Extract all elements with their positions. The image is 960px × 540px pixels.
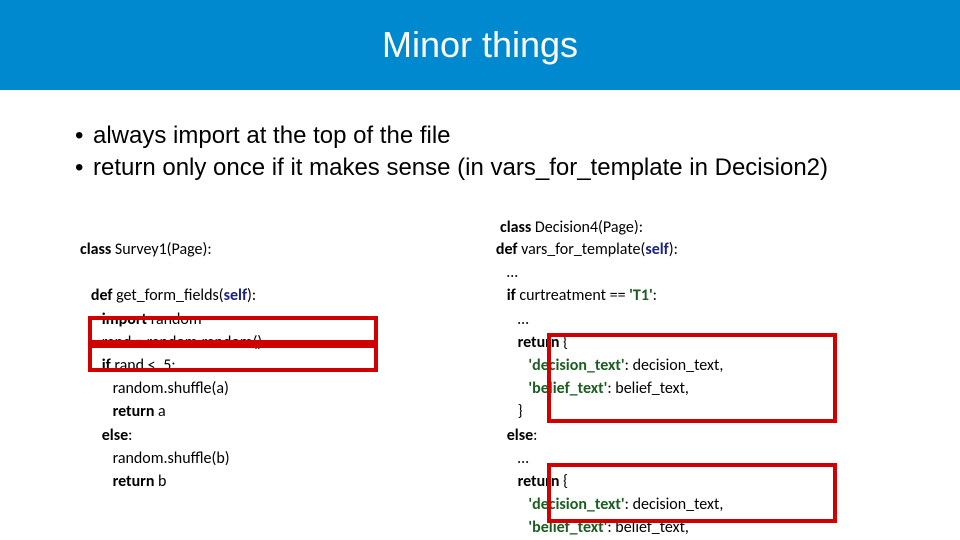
ret-b: b: [154, 472, 166, 491]
kw-class: class: [500, 218, 531, 237]
dots1: …: [507, 263, 518, 282]
closeparen-r: ):: [669, 240, 678, 259]
highlight-box-right-1: [547, 333, 837, 423]
kw-def-l: def: [91, 286, 113, 305]
code-right: def vars_for_template(self): … if curtre…: [465, 238, 960, 540]
kw-if-r: if: [507, 286, 516, 305]
classname-l: Survey1(Page):: [111, 240, 211, 259]
kw-class-l: class: [80, 240, 111, 259]
title-bar: Minor things: [0, 0, 960, 90]
highlight-box-right-2: [547, 463, 837, 523]
dots2: …: [518, 310, 529, 329]
kw-return-l2: return: [113, 472, 155, 491]
defname-r: vars_for_template(: [517, 240, 645, 259]
ret-a: a: [154, 402, 165, 421]
highlight-box-left-1: [88, 316, 378, 344]
shuffle-b: random.shuffle(b): [113, 449, 230, 468]
ifcond-r: curtreatment ==: [516, 286, 629, 305]
dots3: …: [518, 449, 529, 468]
bullet-dot: •: [75, 152, 93, 184]
self-l: self: [224, 286, 247, 305]
bullet-dot: •: [75, 120, 93, 152]
shuffle-a: random.shuffle(a): [113, 379, 229, 398]
code-left: class Survey1(Page): def get_form_fields…: [0, 238, 465, 540]
kw-return-l1: return: [113, 402, 155, 421]
self-r: self: [645, 240, 668, 259]
bullet-1: • always import at the top of the file: [75, 120, 895, 152]
right-class-line: class Decision4(Page):: [500, 218, 643, 237]
classname-right: Decision4(Page):: [531, 218, 643, 237]
bullet-1-text: always import at the top of the file: [93, 120, 895, 152]
closeparen-l: ):: [247, 286, 256, 305]
bullet-2-text: return only once if it makes sense (in v…: [93, 152, 895, 184]
code-columns: class Survey1(Page): def get_form_fields…: [0, 238, 960, 540]
bullet-2: • return only once if it makes sense (in…: [75, 152, 895, 184]
else-colon-r: :: [533, 426, 537, 445]
kw-def-r: def: [496, 240, 518, 259]
colon-r: :: [653, 286, 657, 305]
t1-str: 'T1': [629, 286, 653, 305]
kw-else-r: else: [507, 426, 533, 445]
close-brace-1: }: [518, 402, 523, 421]
kw-else-l: else: [102, 426, 128, 445]
defname-l: get_form_fields(: [112, 286, 223, 305]
bullet-list: • always import at the top of the file •…: [0, 90, 960, 185]
slide-title: Minor things: [382, 24, 578, 66]
else-colon-l: :: [128, 426, 132, 445]
highlight-box-left-2: [88, 344, 378, 372]
